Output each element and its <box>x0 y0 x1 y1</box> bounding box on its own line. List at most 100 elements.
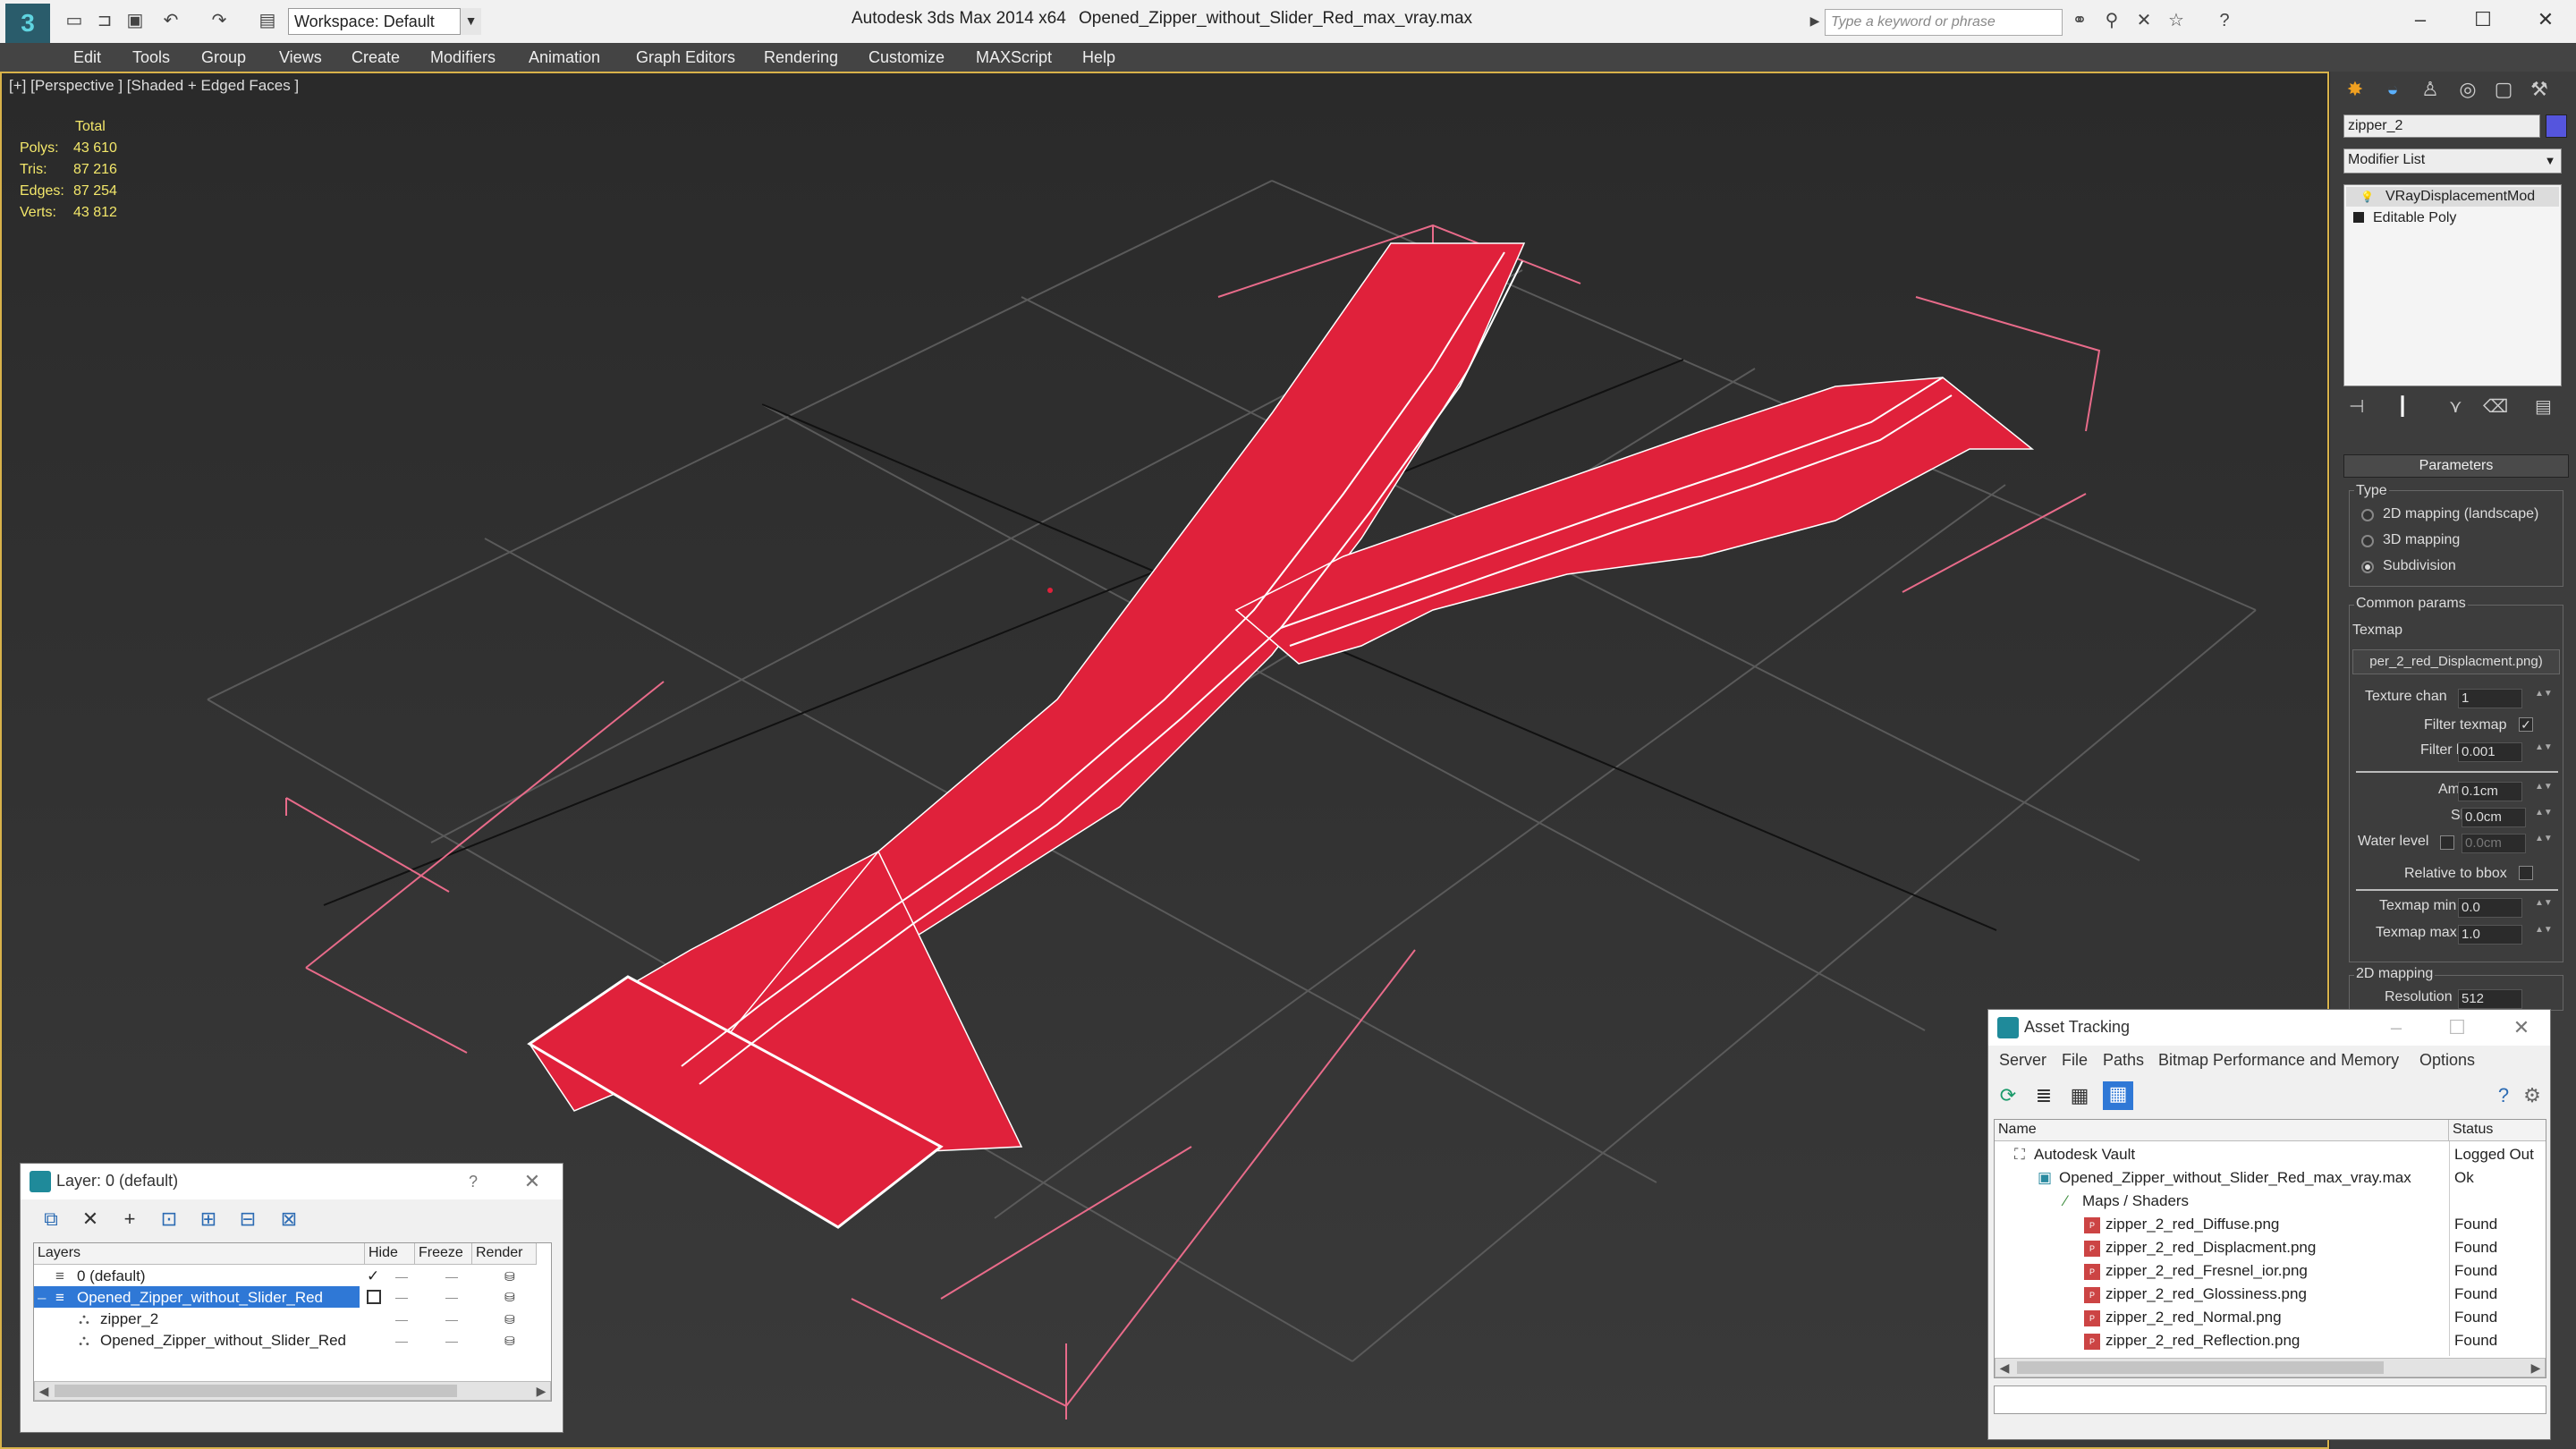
minimize-icon[interactable]: – <box>2380 1013 2412 1042</box>
relative-bbox-checkbox[interactable] <box>2519 866 2533 880</box>
communication-icon[interactable]: ✕ <box>2132 9 2156 32</box>
delete-layer-icon[interactable]: ✕ <box>78 1207 103 1232</box>
stack-item-editable-poly[interactable]: Editable Poly <box>2346 208 2559 228</box>
texture-chan-spinner[interactable]: ▲▼ <box>2535 689 2553 708</box>
asset-row[interactable]: ⁄ Maps / Shaders <box>1995 1190 2546 1213</box>
asset-window-header[interactable]: Asset Tracking – ☐ ✕ <box>1988 1010 2550 1046</box>
radio-3d-mapping[interactable] <box>2361 535 2374 547</box>
modifier-list-dropdown[interactable]: Modifier List <box>2343 148 2562 174</box>
freeze-all-icon[interactable]: ⊠ <box>276 1207 301 1232</box>
radio-2d-mapping[interactable] <box>2361 509 2374 521</box>
search-input[interactable]: Type a keyword or phrase <box>1825 9 2063 36</box>
radio-subdivision[interactable] <box>2361 561 2374 573</box>
app-logo-icon[interactable]: 3 <box>5 4 50 43</box>
menu-group[interactable]: Group <box>201 43 246 72</box>
hide-toggle[interactable]: — <box>395 1265 408 1288</box>
freeze-toggle[interactable]: — <box>445 1265 458 1288</box>
amount-spinner[interactable]: ▲▼ <box>2535 782 2553 801</box>
grid-view-icon[interactable]: ▦ <box>2103 1081 2133 1110</box>
hide-toggle[interactable]: — <box>395 1286 408 1308</box>
horizontal-scrollbar[interactable]: ◀ ▶ <box>34 1381 551 1401</box>
menu-paths[interactable]: Paths <box>2103 1051 2144 1070</box>
refresh-icon[interactable]: ⟳ <box>1996 1083 2021 1108</box>
create-tab-icon[interactable]: ✸ <box>2339 73 2371 106</box>
modify-tab-icon[interactable]: ◒ <box>2377 73 2409 106</box>
freeze-toggle[interactable]: — <box>445 1308 458 1331</box>
undo-icon[interactable]: ↶ <box>159 9 182 32</box>
highlight-layer-icon[interactable]: ⊞ <box>196 1207 221 1232</box>
shift-spinner[interactable]: ▲▼ <box>2535 808 2553 827</box>
menu-create[interactable]: Create <box>352 43 400 72</box>
render-toggle-icon[interactable]: ⛁ <box>504 1329 515 1352</box>
amount-field[interactable]: 0.1cm <box>2458 782 2522 801</box>
new-file-icon[interactable]: ▭ <box>63 9 86 32</box>
project-folder-icon[interactable]: ▤ <box>256 9 279 32</box>
freeze-toggle[interactable]: — <box>445 1286 458 1308</box>
scroll-left-icon[interactable]: ◀ <box>35 1382 53 1400</box>
layer-row[interactable]: ≡ 0 (default) ✓ — — ⛁ <box>34 1265 551 1286</box>
texmap-min-spinner[interactable]: ▲▼ <box>2535 898 2553 918</box>
remove-modifier-icon[interactable]: ⌫ <box>2483 395 2508 418</box>
chevron-down-icon[interactable]: ▼ <box>460 8 481 35</box>
menu-graph-editors[interactable]: Graph Editors <box>636 43 735 72</box>
asset-row[interactable]: P zipper_2_red_Glossiness.png Found <box>1995 1283 2546 1306</box>
hierarchy-tab-icon[interactable]: ♙ <box>2414 73 2446 106</box>
binoculars-icon[interactable]: ⚭ <box>2068 9 2091 32</box>
col-render[interactable]: Render <box>472 1243 537 1265</box>
asset-row[interactable]: ▣ Opened_Zipper_without_Slider_Red_max_v… <box>1995 1166 2546 1190</box>
workspace-dropdown[interactable]: Workspace: Default <box>288 8 481 35</box>
help-icon[interactable]: ? <box>457 1167 489 1196</box>
close-icon[interactable]: ✕ <box>2528 4 2563 36</box>
hide-toggle[interactable]: — <box>395 1329 408 1352</box>
texture-chan-field[interactable]: 1 <box>2458 689 2522 708</box>
display-tab-icon[interactable]: ▢ <box>2487 73 2520 106</box>
add-to-layer-icon[interactable]: + <box>117 1207 142 1232</box>
render-toggle-icon[interactable]: ⛁ <box>504 1286 515 1308</box>
hide-all-icon[interactable]: ⊟ <box>235 1207 260 1232</box>
menu-modifiers[interactable]: Modifiers <box>430 43 496 72</box>
texmap-max-field[interactable]: 1.0 <box>2458 925 2522 945</box>
shift-field[interactable]: 0.0cm <box>2462 808 2526 827</box>
filter-blur-spinner[interactable]: ▲▼ <box>2535 742 2553 762</box>
table-view-icon[interactable]: ▦ <box>2067 1083 2092 1108</box>
scroll-right-icon[interactable]: ▶ <box>532 1382 550 1400</box>
object-row[interactable]: ⛬ Opened_Zipper_without_Slider_Red — — ⛁ <box>34 1329 551 1351</box>
menu-edit[interactable]: Edit <box>73 43 101 72</box>
filter-blur-field[interactable]: 0.001 <box>2458 742 2522 762</box>
menu-customize[interactable]: Customize <box>869 43 945 72</box>
scroll-thumb[interactable] <box>2017 1361 2384 1374</box>
scroll-left-icon[interactable]: ◀ <box>1996 1359 2013 1377</box>
render-toggle-icon[interactable]: ⛁ <box>504 1265 515 1288</box>
object-name-field[interactable]: zipper_2 <box>2343 114 2540 138</box>
asset-row[interactable]: P zipper_2_red_Diffuse.png Found <box>1995 1213 2546 1236</box>
menu-views[interactable]: Views <box>279 43 322 72</box>
hide-toggle[interactable]: — <box>395 1308 408 1331</box>
object-color-swatch[interactable] <box>2546 114 2567 138</box>
menu-options[interactable]: Options <box>2419 1051 2475 1070</box>
stack-item-vray-displacement[interactable]: VRayDisplacementMod <box>2346 187 2559 207</box>
water-level-field[interactable]: 0.0cm <box>2462 834 2526 853</box>
help-icon[interactable]: ? <box>2213 9 2236 32</box>
menu-server[interactable]: Server <box>1999 1051 2046 1070</box>
make-unique-icon[interactable]: ⋎ <box>2449 395 2462 418</box>
layer-row[interactable]: – ≡ Opened_Zipper_without_Slider_Red <box>34 1286 360 1308</box>
scroll-right-icon[interactable]: ▶ <box>2527 1359 2545 1377</box>
menu-bitmap-performance[interactable]: Bitmap Performance and Memory <box>2158 1051 2399 1070</box>
create-layer-icon[interactable]: ⧉ <box>38 1207 64 1232</box>
subscription-icon[interactable]: ⚲ <box>2100 9 2123 32</box>
motion-tab-icon[interactable]: ◎ <box>2452 73 2484 106</box>
save-file-icon[interactable]: ▣ <box>123 9 147 32</box>
water-level-checkbox[interactable] <box>2440 835 2454 850</box>
expand-icon[interactable] <box>2353 212 2364 223</box>
menu-tools[interactable]: Tools <box>132 43 170 72</box>
scroll-thumb[interactable] <box>55 1385 457 1397</box>
list-view-icon[interactable]: ≣ <box>2031 1083 2056 1108</box>
show-end-result-icon[interactable]: ┃ <box>2397 395 2408 418</box>
render-toggle-icon[interactable]: ⛁ <box>504 1308 515 1331</box>
filter-texmap-checkbox[interactable]: ✓ <box>2519 717 2533 732</box>
pin-stack-icon[interactable]: ⊣ <box>2349 395 2364 418</box>
texmap-max-spinner[interactable]: ▲▼ <box>2535 925 2553 945</box>
maximize-icon[interactable]: ☐ <box>2441 1013 2473 1042</box>
path-input[interactable] <box>1994 1385 2546 1414</box>
freeze-toggle[interactable]: — <box>445 1329 458 1352</box>
